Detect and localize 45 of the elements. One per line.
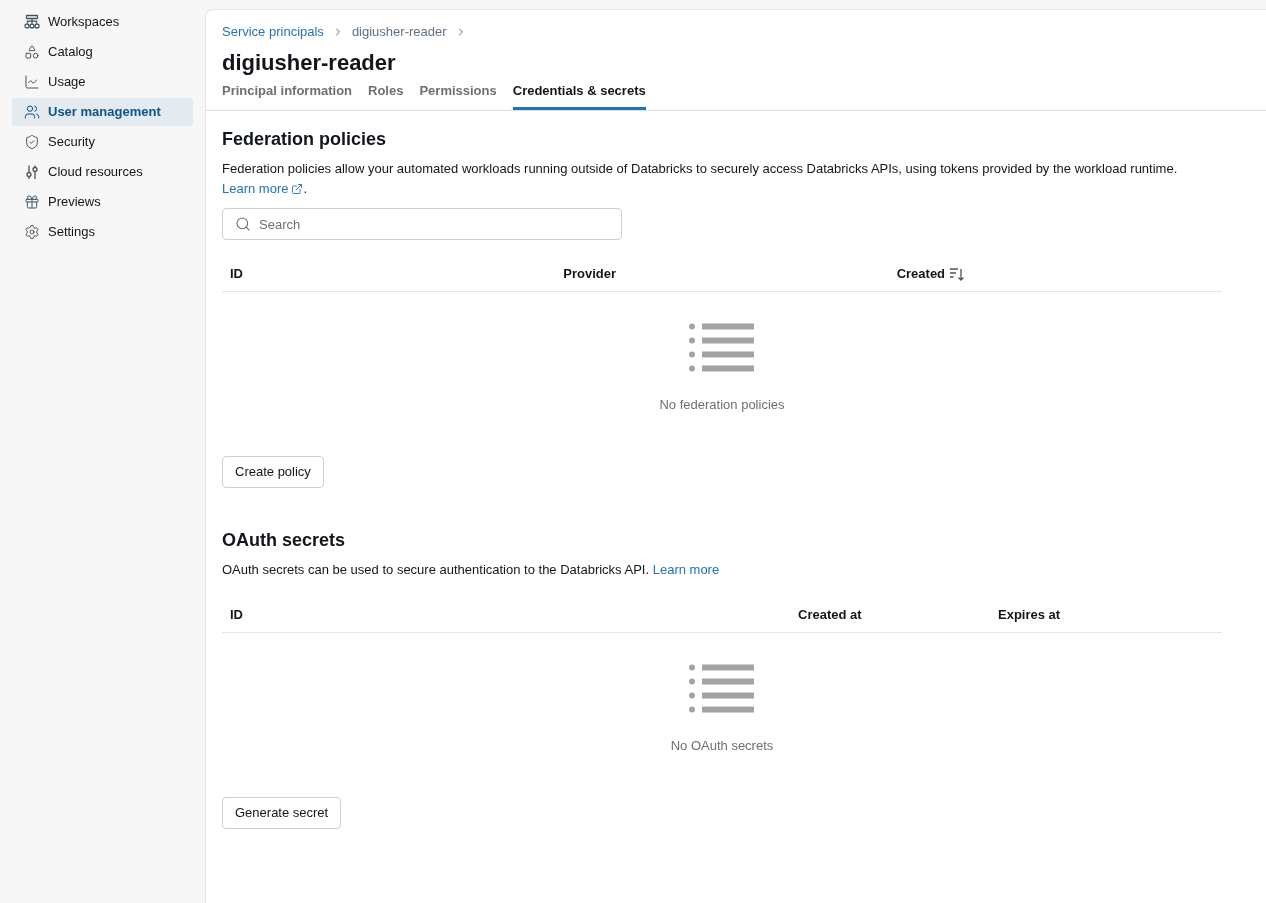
column-header: Created at [798,605,862,624]
section-description: OAuth secrets can be used to secure authentication to the Databricks API. Learn more [222,560,1222,580]
column-header: ID [230,605,243,624]
sliders-icon [24,164,40,180]
sidebar-item[interactable]: Settings [12,218,193,246]
section-description: Federation policies allow your automated workloads running outside of Databricks to securely access Databricks APIs, using tokens provided by the workload runtime. Learn more . [222,159,1222,199]
external-link-icon [291,183,304,195]
section-heading: OAuth secrets [222,529,347,552]
sort-icon[interactable] [949,265,966,282]
sidebar-item[interactable]: Usage [12,68,193,96]
sidebar-item[interactable]: Workspaces [12,8,193,36]
shield-check-icon [24,134,40,150]
sidebar-item[interactable]: Cloud resources [12,158,193,186]
learn-more-link[interactable]: Learn more [222,179,304,199]
tab[interactable]: Permissions [419,79,497,110]
column-header: Expires at [998,605,1061,624]
search-icon [235,216,251,232]
empty-list-icon [689,664,755,714]
breadcrumb-link[interactable]: Service principals [222,22,324,42]
section-heading: Federation policies [222,128,388,151]
tab[interactable]: Credentials & secrets [512,79,646,110]
column-header: ID [230,264,243,283]
page-title: digiusher-reader [221,49,397,77]
sidebar-item[interactable]: Catalog [12,38,193,66]
tab[interactable]: Roles [368,79,404,110]
sidebar-item[interactable]: Security [12,128,193,156]
users-icon [24,104,40,120]
tab[interactable]: Principal information [222,79,352,110]
learn-more-link[interactable]: Learn more [652,560,720,580]
line-chart-icon [24,74,40,90]
shapes-icon [24,44,40,60]
settings-icon [24,224,40,240]
search-field[interactable]: Search [222,208,622,240]
breadcrumb-current: digiusher-reader [351,23,447,41]
column-header: Created [896,264,946,283]
column-header: Provider [563,264,617,283]
action-button[interactable]: Generate secret [222,797,342,829]
sidebar-item[interactable]: User management [12,98,193,126]
action-button[interactable]: Create policy [222,456,324,488]
gift-icon [24,194,40,210]
sidebar-item[interactable]: Previews [12,188,193,216]
empty-message: No OAuth secrets [670,737,774,755]
empty-list-icon [689,323,755,373]
empty-message: No federation policies [659,396,785,414]
workspaces-icon [24,14,40,30]
